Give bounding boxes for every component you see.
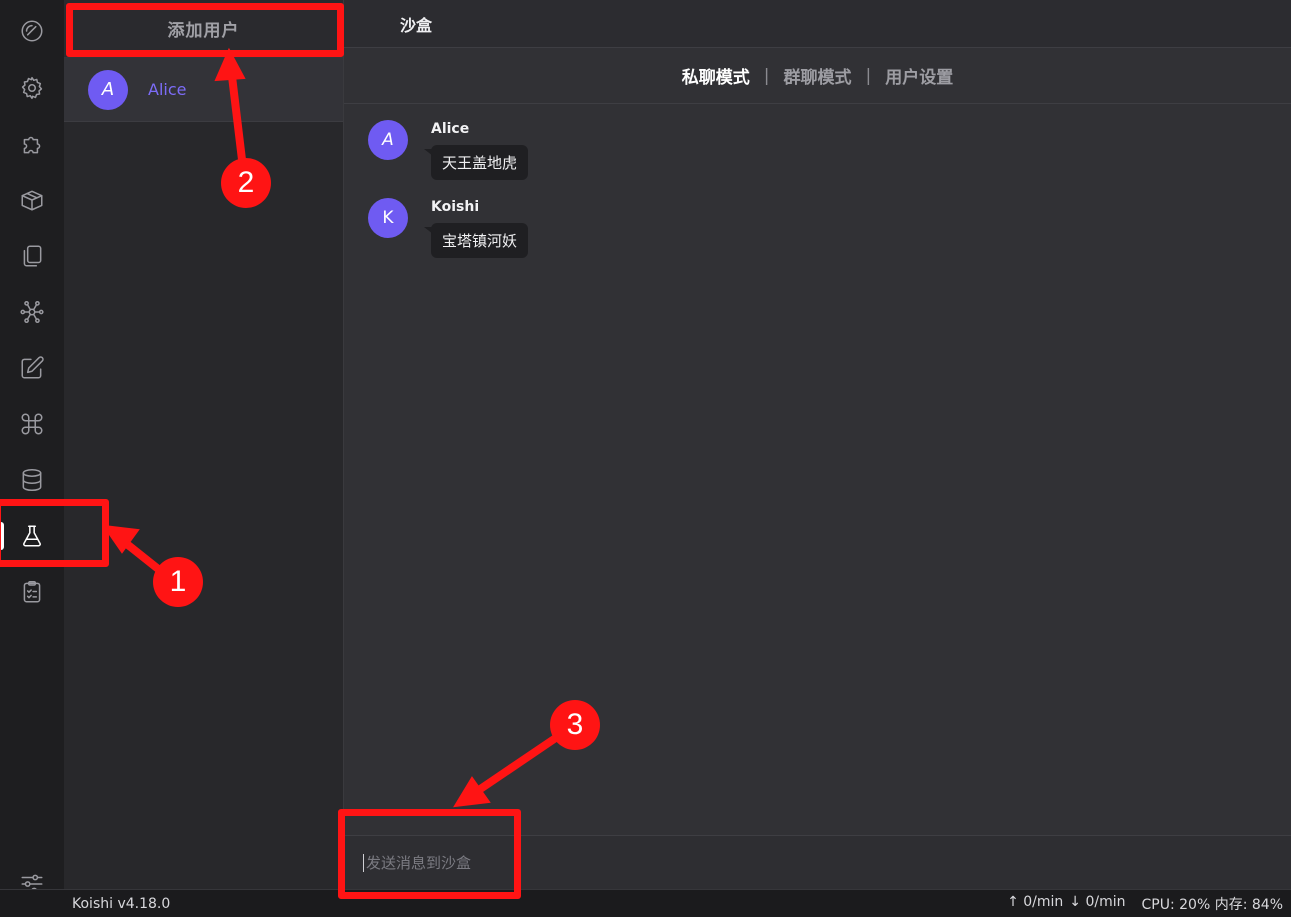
upload-rate: ↑ 0/min [1007,893,1064,910]
tab-group-chat[interactable]: 群聊模式 [784,63,852,88]
message-author: Alice [431,121,470,137]
version-label: Koishi v4.18.0 [72,895,171,912]
avatar: A [88,69,128,110]
annotation-box-composer [338,809,521,899]
gear-icon[interactable] [0,66,64,110]
tab-separator: | [763,65,770,86]
files-icon[interactable] [0,234,64,278]
tab-private-chat[interactable]: 私聊模式 [682,63,750,88]
edit-pencil-icon[interactable] [0,346,64,390]
dashboard-gauge-icon[interactable] [0,9,64,53]
mode-tabs: 私聊模式 | 群聊模式 | 用户设置 [344,48,1291,104]
annotation-badge-2: 2 [221,158,271,208]
message-item: A Alice 天王盖地虎 [368,120,529,180]
sandbox-main: 沙盒 私聊模式 | 群聊模式 | 用户设置 A Alice 天王盖地虎 K Ko… [344,0,1291,889]
puzzle-icon[interactable] [0,122,64,166]
network-nodes-icon[interactable] [0,290,64,334]
page-title: 沙盒 [400,15,433,35]
annotation-badge-3: 3 [550,700,600,750]
activity-bar [0,0,64,889]
clipboard-check-icon[interactable] [0,570,64,614]
status-bar: Koishi v4.18.0 ↑ 0/min ↓ 0/min CPU: 20% … [0,889,1291,917]
page-title-bar: 沙盒 [344,0,1291,48]
message-bubble: 天王盖地虎 [423,145,529,180]
message-author: Koishi [431,199,480,215]
message-bubble: 宝塔镇河妖 [423,223,529,258]
download-rate: ↓ 0/min [1069,893,1126,910]
user-list-item[interactable]: A Alice [64,58,343,122]
user-name: Alice [148,80,187,99]
command-key-icon[interactable] [0,402,64,446]
database-icon[interactable] [0,458,64,502]
package-box-icon[interactable] [0,178,64,222]
message-item: K Koishi 宝塔镇河妖 [368,198,529,258]
user-list-panel: 添加用户 A Alice [64,0,344,889]
avatar: K [368,198,408,238]
tab-user-settings[interactable]: 用户设置 [885,63,953,88]
tab-separator: | [865,65,872,86]
annotation-box-flask [0,499,109,567]
avatar: A [368,120,408,160]
annotation-badge-1: 1 [153,557,203,607]
annotation-box-add-user [66,3,344,57]
resource-usage: CPU: 20% 内存: 84% [1141,896,1283,913]
